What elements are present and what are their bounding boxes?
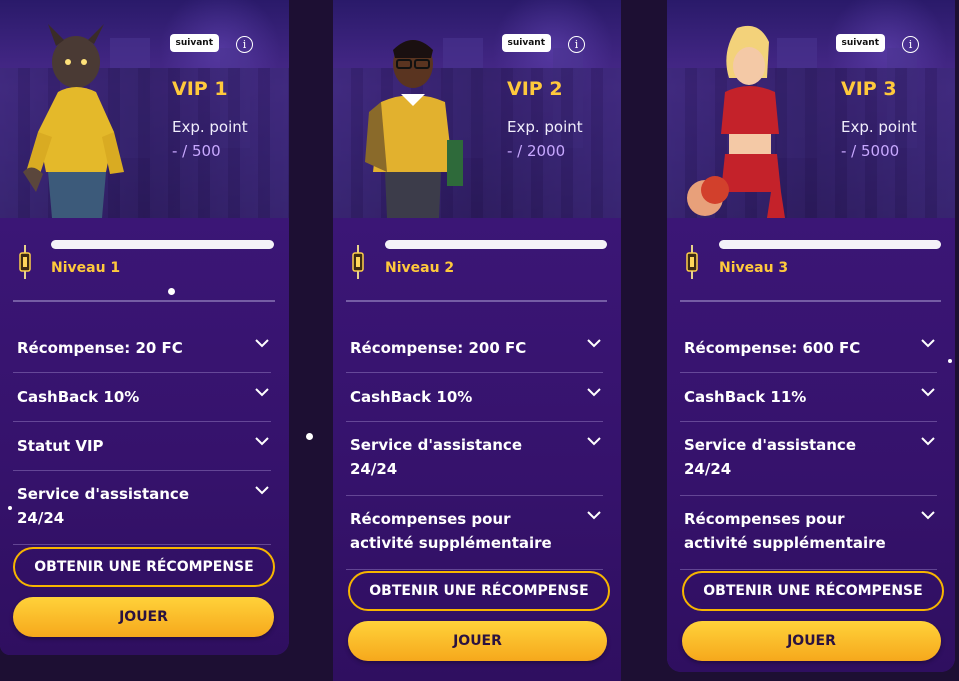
benefit-row-reward[interactable]: Récompense: 20 FC	[13, 324, 271, 373]
exp-value: - / 5000	[841, 142, 900, 160]
claim-reward-button[interactable]: OBTENIR UNE RÉCOMPENSE	[13, 547, 275, 587]
vip-title: VIP 1	[172, 78, 228, 100]
vip-card-2: suivant i VIP 2 Exp. point - / 2000 Nive…	[333, 0, 621, 681]
benefit-list: Récompense: 20 FC CashBack 10% Statut VI…	[13, 324, 271, 545]
vip-details: Niveau 1 Récompense: 20 FC CashBack 10% …	[0, 218, 289, 655]
chevron-down-icon	[587, 339, 601, 348]
claim-reward-button[interactable]: OBTENIR UNE RÉCOMPENSE	[682, 571, 944, 611]
chevron-down-icon	[587, 437, 601, 446]
info-icon[interactable]: i	[568, 36, 585, 53]
vip-title: VIP 3	[841, 78, 897, 100]
level-label: Niveau 1	[51, 260, 121, 276]
vip-card-1: suivant i VIP 1 Exp. point - / 500 Nivea…	[0, 0, 289, 655]
vip-hero: suivant i VIP 1 Exp. point - / 500	[0, 0, 289, 218]
benefit-list: Récompense: 600 FC CashBack 11% Service …	[680, 324, 937, 570]
play-button[interactable]: JOUER	[348, 621, 607, 661]
vip-details: Niveau 2 Récompense: 200 FC CashBack 10%…	[333, 218, 621, 681]
benefit-row-support[interactable]: Service d'assistance 24/24	[680, 422, 937, 496]
chevron-down-icon	[921, 437, 935, 446]
play-button[interactable]: JOUER	[13, 597, 274, 637]
benefit-list: Récompense: 200 FC CashBack 10% Service …	[346, 324, 603, 570]
chevron-down-icon	[921, 511, 935, 520]
cheerleader-character-image	[687, 25, 785, 218]
werewolf-character-image	[23, 24, 124, 218]
exp-label: Exp. point	[507, 118, 583, 136]
level-label: Niveau 2	[385, 260, 455, 276]
chevron-down-icon	[255, 388, 269, 397]
divider	[346, 300, 607, 302]
chevron-down-icon	[587, 388, 601, 397]
carousel-dot[interactable]	[306, 433, 313, 440]
chevron-down-icon	[255, 339, 269, 348]
benefit-row-cashback[interactable]: CashBack 11%	[680, 373, 937, 422]
divider	[13, 300, 275, 302]
lantern-icon	[19, 245, 31, 279]
lantern-icon	[352, 245, 364, 279]
carousel-dot[interactable]	[8, 506, 12, 510]
benefit-row-extra-activity[interactable]: Récompenses pour activité supplémentaire	[680, 496, 937, 570]
play-button[interactable]: JOUER	[682, 621, 941, 661]
carousel-dot[interactable]	[168, 288, 175, 295]
student-character-image	[365, 40, 463, 218]
next-badge[interactable]: suivant	[835, 34, 885, 52]
exp-value: - / 500	[172, 142, 221, 160]
claim-reward-button[interactable]: OBTENIR UNE RÉCOMPENSE	[348, 571, 610, 611]
next-badge[interactable]: suivant	[501, 34, 551, 52]
exp-value: - / 2000	[507, 142, 566, 160]
level-label: Niveau 3	[719, 260, 789, 276]
benefit-row-support[interactable]: Service d'assistance 24/24	[13, 471, 271, 545]
benefit-row-support[interactable]: Service d'assistance 24/24	[346, 422, 603, 496]
chevron-down-icon	[255, 486, 269, 495]
next-badge[interactable]: suivant	[169, 34, 219, 52]
divider	[680, 300, 941, 302]
chevron-down-icon	[921, 339, 935, 348]
exp-label: Exp. point	[841, 118, 917, 136]
benefit-row-reward[interactable]: Récompense: 200 FC	[346, 324, 603, 373]
chevron-down-icon	[587, 511, 601, 520]
lantern-icon	[686, 245, 698, 279]
chevron-down-icon	[921, 388, 935, 397]
benefit-row-cashback[interactable]: CashBack 10%	[13, 373, 271, 422]
benefit-row-reward[interactable]: Récompense: 600 FC	[680, 324, 937, 373]
benefit-row-status[interactable]: Statut VIP	[13, 422, 271, 471]
vip-details: Niveau 3 Récompense: 600 FC CashBack 11%…	[667, 218, 955, 672]
benefit-row-cashback[interactable]: CashBack 10%	[346, 373, 603, 422]
vip-hero: suivant i VIP 3 Exp. point - / 5000	[667, 0, 955, 218]
progress-bar	[51, 240, 274, 249]
carousel-dot[interactable]	[948, 359, 952, 363]
progress-bar	[385, 240, 607, 249]
vip-title: VIP 2	[507, 78, 563, 100]
info-icon[interactable]: i	[236, 36, 253, 53]
benefit-row-extra-activity[interactable]: Récompenses pour activité supplémentaire	[346, 496, 603, 570]
progress-bar	[719, 240, 941, 249]
chevron-down-icon	[255, 437, 269, 446]
vip-hero: suivant i VIP 2 Exp. point - / 2000	[333, 0, 621, 218]
info-icon[interactable]: i	[902, 36, 919, 53]
vip-card-3: suivant i VIP 3 Exp. point - / 5000 Nive…	[667, 0, 955, 672]
exp-label: Exp. point	[172, 118, 248, 136]
